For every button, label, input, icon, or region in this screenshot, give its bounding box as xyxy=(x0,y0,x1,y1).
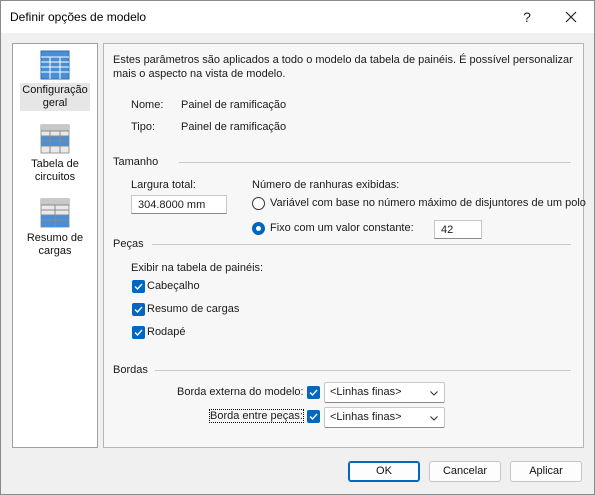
category-sidebar: Configuração geral Tabela de circuitos R… xyxy=(12,43,98,448)
sidebar-label-line2: cargas xyxy=(38,245,72,257)
header-checkbox[interactable] xyxy=(132,280,145,293)
check-icon xyxy=(134,306,143,314)
settings-grid-icon xyxy=(40,50,70,80)
borders-section-divider xyxy=(155,370,571,371)
outer-border-checkbox[interactable] xyxy=(307,386,320,399)
parts-section-title: Peças xyxy=(113,238,144,250)
show-in-schedule-label: Exibir na tabela de painéis: xyxy=(131,262,264,274)
load-summary-checkbox-label[interactable]: Resumo de cargas xyxy=(147,303,239,315)
close-button[interactable] xyxy=(548,1,594,33)
inner-border-value: <Linhas finas> xyxy=(330,411,402,423)
chevron-down-icon xyxy=(430,416,438,421)
help-icon: ? xyxy=(523,9,531,25)
sidebar-label-line1: Configuração xyxy=(22,84,88,96)
load-summary-checkbox[interactable] xyxy=(132,303,145,316)
width-field[interactable]: 304.8000 mm xyxy=(131,195,227,214)
check-icon xyxy=(134,283,143,291)
window-title: Definir opções de modelo xyxy=(10,10,147,24)
inner-border-label: Borda entre peças: xyxy=(209,409,304,423)
outer-border-label: Borda externa do modelo: xyxy=(177,386,304,398)
outer-border-dropdown[interactable]: <Linhas finas> xyxy=(324,382,445,403)
check-icon xyxy=(309,413,318,421)
name-value: Painel de ramificação xyxy=(181,99,287,111)
sidebar-item-load-summary[interactable]: Resumo de cargas xyxy=(16,198,94,259)
general-settings-panel: Estes parâmetros são aplicados a todo o … xyxy=(103,43,586,448)
sidebar-label-line1: Tabela de xyxy=(31,158,79,170)
sidebar-item-label: Configuração geral xyxy=(20,83,90,111)
radio-fixed-label[interactable]: Fixo com um valor constante: xyxy=(270,222,414,234)
ok-button[interactable]: OK xyxy=(348,461,420,482)
width-label: Largura total: xyxy=(131,179,196,191)
size-section-title: Tamanho xyxy=(113,156,159,168)
fixed-slots-field[interactable]: 42 xyxy=(434,220,482,239)
radio-fixed-slots[interactable] xyxy=(252,222,265,235)
chevron-down-icon xyxy=(430,391,438,396)
sidebar-item-label: Tabela de circuitos xyxy=(29,157,81,185)
sidebar-item-circuit-table[interactable]: Tabela de circuitos xyxy=(16,124,94,185)
apply-button[interactable]: Aplicar xyxy=(510,461,582,482)
borders-section-title: Bordas xyxy=(113,364,148,376)
help-button[interactable]: ? xyxy=(504,1,550,33)
load-summary-icon xyxy=(40,198,70,228)
sidebar-label-line2: geral xyxy=(42,97,68,109)
title-bar: Definir opções de modelo ? xyxy=(1,1,594,33)
radio-variable-slots[interactable] xyxy=(252,197,265,210)
name-label: Nome: xyxy=(131,99,164,111)
size-section-divider xyxy=(179,162,571,163)
panel-description: Estes parâmetros são aplicados a todo o … xyxy=(113,54,573,80)
type-value: Painel de ramificação xyxy=(181,121,287,133)
radio-variable-label[interactable]: Variável com base no número máximo de di… xyxy=(270,197,586,209)
header-checkbox-label[interactable]: Cabeçalho xyxy=(147,280,200,292)
template-options-dialog: Definir opções de modelo ? Configuração xyxy=(0,0,595,495)
circuit-table-icon xyxy=(40,124,70,154)
sidebar-label-line2: circuitos xyxy=(34,171,76,183)
slots-label: Número de ranhuras exibidas: xyxy=(252,179,400,191)
sidebar-label-line1: Resumo de xyxy=(26,232,84,244)
footer-checkbox[interactable] xyxy=(132,326,145,339)
close-icon xyxy=(565,11,577,23)
inner-border-checkbox[interactable] xyxy=(307,410,320,423)
sidebar-item-label: Resumo de cargas xyxy=(25,231,85,259)
cancel-button[interactable]: Cancelar xyxy=(429,461,501,482)
parts-section-divider xyxy=(152,244,571,245)
outer-border-value: <Linhas finas> xyxy=(330,386,402,398)
check-icon xyxy=(309,389,318,397)
sidebar-item-general[interactable]: Configuração geral xyxy=(16,50,94,111)
type-label: Tipo: xyxy=(131,121,156,133)
check-icon xyxy=(134,329,143,337)
inner-border-dropdown[interactable]: <Linhas finas> xyxy=(324,407,445,428)
footer-checkbox-label[interactable]: Rodapé xyxy=(147,326,186,338)
